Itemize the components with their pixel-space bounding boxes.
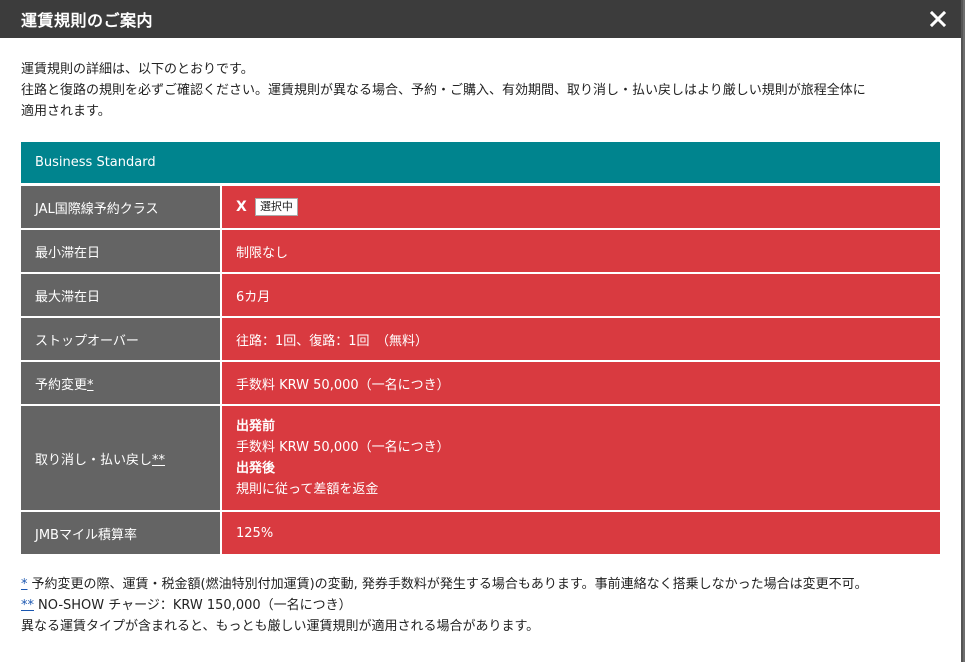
fare-name-row: Business Standard xyxy=(21,142,940,186)
modal-title: 運賃規則のご案内 xyxy=(21,11,154,30)
footnotes: * 予約変更の際、運賃・税金額(燃油特別付加運賃)の変動, 発券手数料が発生する場… xyxy=(0,554,961,637)
footnote: * 予約変更の際、運賃・税金額(燃油特別付加運賃)の変動, 発券手数料が発生する場… xyxy=(21,574,940,595)
footnote-mark-1[interactable]: * xyxy=(21,577,28,592)
close-icon xyxy=(930,11,946,27)
table-row: 取り消し・払い戻し** 出発前 手数料 KRW 50,000（一名につき） 出発… xyxy=(21,405,940,512)
row-label: 最大滞在日 xyxy=(21,273,222,318)
row-label: JAL国際線予約クラス xyxy=(21,184,222,230)
table-row: ストップオーバー 往路：1回、復路：1回 （無料） xyxy=(21,317,940,362)
table-row: 予約変更* 手数料 KRW 50,000（一名につき） xyxy=(21,361,940,406)
row-value: 往路：1回、復路：1回 （無料） xyxy=(221,317,940,362)
intro-line: 適用されます。 xyxy=(21,104,111,119)
cancel-label: 取り消し・払い戻し xyxy=(35,452,153,468)
row-label: 予約変更* xyxy=(21,361,222,406)
table-row: JAL国際線予約クラス X 選択中 xyxy=(21,184,940,230)
table-row: 最小滞在日 制限なし xyxy=(21,229,940,274)
intro-line: 往路と復路の規則を必ずご確認ください。運賃規則が異なる場合、予約・ご購入、有効期… xyxy=(21,83,866,98)
table-row: 最大滞在日 6カ月 xyxy=(21,273,940,318)
row-value: 出発前 手数料 KRW 50,000（一名につき） 出発後 規則に従って差額を返… xyxy=(221,405,940,512)
footnote-text: 予約変更の際、運賃・税金額(燃油特別付加運賃)の変動, 発券手数料が発生する場合… xyxy=(31,577,868,592)
fare-name: Business Standard xyxy=(21,142,940,186)
row-value: 125% xyxy=(221,511,940,554)
footnote-mark-2[interactable]: ** xyxy=(21,598,34,613)
row-value: 制限なし xyxy=(221,229,940,274)
before-departure-heading: 出発前 xyxy=(236,419,276,434)
modal-header: 運賃規則のご案内 xyxy=(0,0,961,38)
table-row: JMBマイル積算率 125% xyxy=(21,511,940,554)
footnote: ** NO-SHOW チャージ：KRW 150,000（一名につき） xyxy=(21,595,940,616)
fare-rules-modal: 運賃規則のご案内 運賃規則の詳細は、以下のとおりです。 往路と復路の規則を必ずご… xyxy=(0,0,963,662)
row-value: 手数料 KRW 50,000（一名につき） xyxy=(221,361,940,406)
intro-line: 運賃規則の詳細は、以下のとおりです。 xyxy=(21,62,254,77)
row-label: ストップオーバー xyxy=(21,317,222,362)
intro-text: 運賃規則の詳細は、以下のとおりです。 往路と復路の規則を必ずご確認ください。運賃… xyxy=(0,38,961,122)
footnote-link-2[interactable]: ** xyxy=(152,453,165,468)
booking-class-code: X xyxy=(236,199,247,215)
selected-badge: 選択中 xyxy=(254,198,298,216)
close-button[interactable] xyxy=(925,6,951,32)
row-label: JMBマイル積算率 xyxy=(21,511,222,554)
footnote-link-1[interactable]: * xyxy=(87,378,94,393)
row-label: 取り消し・払い戻し** xyxy=(21,405,222,512)
change-label: 予約変更 xyxy=(35,377,88,393)
footnote-text: 異なる運賃タイプが含まれると、もっとも厳しい運賃規則が適用される場合があります。 xyxy=(21,619,540,634)
fare-rules-table: Business Standard JAL国際線予約クラス X 選択中 最小滞在… xyxy=(21,142,940,554)
row-value: X 選択中 xyxy=(221,184,940,230)
after-departure-value: 規則に従って差額を返金 xyxy=(236,482,379,497)
row-value: 6カ月 xyxy=(221,273,940,318)
after-departure-heading: 出発後 xyxy=(236,461,276,476)
footnote-text: NO-SHOW チャージ：KRW 150,000（一名につき） xyxy=(38,598,352,613)
row-label: 最小滞在日 xyxy=(21,229,222,274)
footnote: 異なる運賃タイプが含まれると、もっとも厳しい運賃規則が適用される場合があります。 xyxy=(21,616,940,637)
before-departure-value: 手数料 KRW 50,000（一名につき） xyxy=(236,440,450,455)
